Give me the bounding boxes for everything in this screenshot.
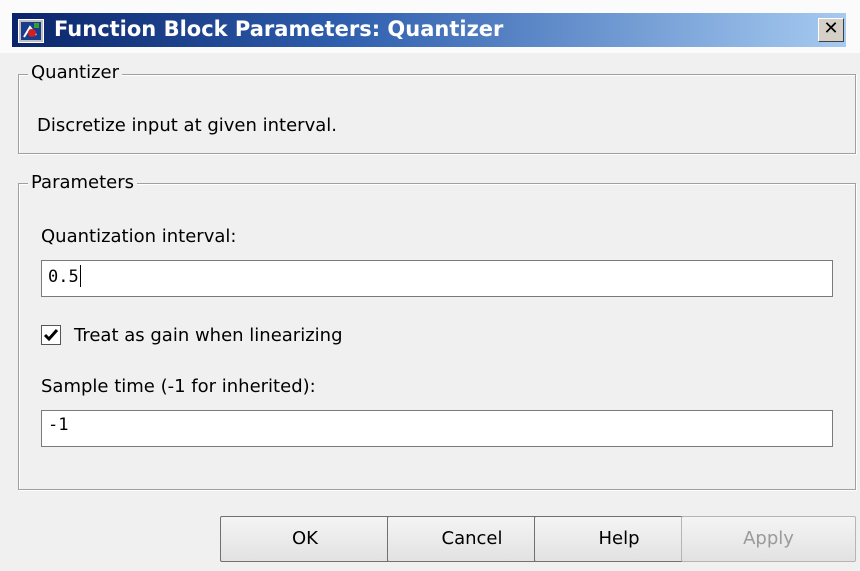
treat-as-gain-label[interactable]: Treat as gain when linearizing (74, 325, 343, 346)
quantization-interval-value: 0.5 (48, 267, 79, 287)
block-description-group (18, 74, 856, 154)
help-button[interactable]: Help (534, 516, 704, 562)
sample-time-input[interactable]: -1 (41, 410, 833, 447)
close-button[interactable]: ✕ (818, 18, 844, 42)
quantization-interval-input[interactable]: 0.5 (41, 260, 833, 297)
treat-as-gain-checkbox[interactable] (41, 325, 61, 345)
checkmark-icon (43, 329, 59, 342)
simulink-block-icon (18, 19, 44, 43)
text-caret (79, 265, 81, 287)
apply-button[interactable]: Apply (681, 516, 856, 562)
title-bar: Function Block Parameters: Quantizer ✕ (0, 0, 860, 53)
quantization-interval-label: Quantization interval: (41, 226, 237, 247)
ok-button[interactable]: OK (220, 516, 390, 562)
sample-time-value: -1 (48, 415, 69, 435)
close-icon: ✕ (823, 18, 839, 39)
parameters-group-legend: Parameters (28, 172, 138, 193)
window-title: Function Block Parameters: Quantizer (54, 17, 504, 41)
block-description: Discretize input at given interval. (37, 115, 337, 136)
block-group-legend: Quantizer (28, 62, 122, 83)
cancel-button[interactable]: Cancel (387, 516, 557, 562)
sample-time-label: Sample time (-1 for inherited): (41, 376, 316, 397)
